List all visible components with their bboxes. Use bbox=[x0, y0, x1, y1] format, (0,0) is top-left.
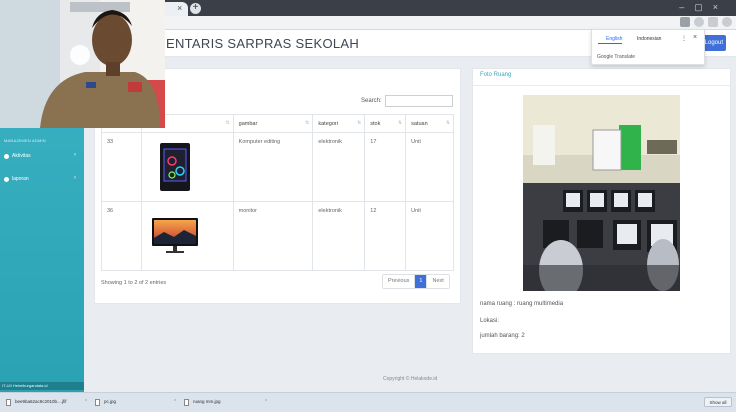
sidebar-item-label: laporan bbox=[12, 176, 29, 182]
sidebar-item-aktivitas[interactable]: Aktivitas › bbox=[4, 150, 80, 162]
sort-icon: ⇅ bbox=[397, 120, 403, 126]
sidebar-item-label: Aktivitas bbox=[12, 153, 31, 159]
cell-satuan: Unit bbox=[405, 132, 454, 202]
pager-previous[interactable]: Previous bbox=[383, 275, 416, 288]
pager-page-1[interactable]: 1 bbox=[415, 275, 428, 288]
table-header[interactable]: stok ⇅ bbox=[364, 114, 407, 133]
jumlah-barang: jumlah barang: 2 bbox=[480, 333, 525, 339]
nama-ruang: nama ruang : ruang multimedia bbox=[480, 301, 564, 307]
profile-icon[interactable] bbox=[722, 17, 732, 27]
search-label: Search: bbox=[361, 98, 382, 104]
copyright: Copyright © Helakode.id bbox=[383, 376, 438, 382]
cell-stok: 17 bbox=[364, 132, 407, 202]
window-controls[interactable]: –▢× bbox=[679, 2, 728, 13]
close-tab-icon[interactable]: × bbox=[177, 3, 182, 13]
cell-satuan: Unit bbox=[405, 201, 454, 271]
close-icon[interactable]: × bbox=[693, 34, 697, 41]
download-item[interactable]: pc.jpg ⌃ bbox=[95, 396, 178, 408]
translate-icon[interactable] bbox=[680, 17, 690, 27]
sort-icon: ⇅ bbox=[225, 120, 230, 126]
chevron-right-icon: › bbox=[74, 175, 76, 181]
search-input[interactable] bbox=[385, 95, 453, 107]
cell-id: 36 bbox=[101, 201, 142, 271]
cell-image bbox=[140, 132, 234, 202]
translate-popup: English Indonesian ⋮ × Google Translate bbox=[591, 29, 705, 65]
download-item[interactable]: ruang mm.jpg ⌃ bbox=[184, 396, 268, 408]
sidebar-item-laporan[interactable]: laporan › bbox=[4, 173, 80, 185]
gear-icon bbox=[4, 176, 9, 182]
webcam-overlay bbox=[0, 0, 165, 128]
table-row: 36 monitor elektronik 12 Unit bbox=[101, 201, 454, 271]
room-photo bbox=[523, 95, 680, 291]
chevron-right-icon: › bbox=[74, 152, 76, 158]
cell-kategori: elektronik bbox=[312, 201, 366, 271]
more-icon[interactable]: ⋮ bbox=[681, 35, 687, 42]
cell-kategori: elektronik bbox=[312, 132, 366, 202]
pc-tower-icon bbox=[159, 143, 190, 191]
cell-id: 33 bbox=[101, 132, 142, 202]
pager-next[interactable]: Next bbox=[427, 275, 448, 288]
show-all-button[interactable]: Show all bbox=[704, 397, 732, 407]
sort-icon: ⇅ bbox=[357, 120, 362, 126]
cell-gambar: monitor bbox=[232, 201, 314, 271]
file-icon bbox=[6, 398, 11, 406]
cell-gambar: Komputer editing bbox=[232, 132, 314, 202]
inventory-table: ⇅ ⇅ gambar⇅ kategori⇅ stok⇅ satuan⇅ 33 K… bbox=[101, 114, 454, 271]
file-icon bbox=[95, 398, 100, 406]
cell-image bbox=[140, 201, 234, 271]
sort-icon: ⇅ bbox=[305, 120, 310, 126]
sidebar-section-label: MANAJEMEN ADMIN bbox=[4, 138, 46, 143]
download-item[interactable]: bee9ba62ac9c2010b....jfif ⌃ bbox=[6, 396, 89, 408]
chevron-up-icon: ⌃ bbox=[173, 399, 178, 405]
chevron-up-icon: ⌃ bbox=[84, 399, 89, 405]
new-tab-button[interactable]: + bbox=[190, 3, 201, 14]
lokasi: Lokasi: bbox=[480, 318, 500, 324]
table-header[interactable]: gambar ⇅ bbox=[232, 114, 314, 133]
table-info: Showing 1 to 2 of 2 entries bbox=[101, 280, 167, 286]
sidebar-footer: IT-UII Helmiburgandata.id bbox=[0, 382, 84, 390]
extensions-icon[interactable] bbox=[708, 17, 718, 27]
pagination: Previous 1 Next bbox=[382, 274, 450, 289]
foto-title: Foto Ruang bbox=[480, 72, 512, 78]
chevron-up-icon: ⌃ bbox=[264, 399, 269, 405]
star-icon[interactable] bbox=[694, 17, 704, 27]
table-header[interactable]: kategori ⇅ bbox=[312, 114, 366, 133]
gear-icon bbox=[4, 153, 9, 159]
sort-icon: ⇅ bbox=[445, 120, 450, 126]
lang-english-tab[interactable]: English bbox=[606, 36, 622, 42]
translate-brand: Google Translate bbox=[597, 54, 636, 60]
lang-indonesian-tab[interactable]: Indonesian bbox=[637, 36, 661, 42]
file-icon bbox=[184, 398, 189, 406]
table-header[interactable]: satuan ⇅ bbox=[405, 114, 454, 133]
table-row: 33 Komputer editing elektronik 17 Unit bbox=[101, 132, 454, 202]
monitor-icon bbox=[151, 218, 198, 253]
page-title: ENTARIS SARPRAS SEKOLAH bbox=[166, 36, 360, 51]
cell-stok: 12 bbox=[364, 201, 407, 271]
